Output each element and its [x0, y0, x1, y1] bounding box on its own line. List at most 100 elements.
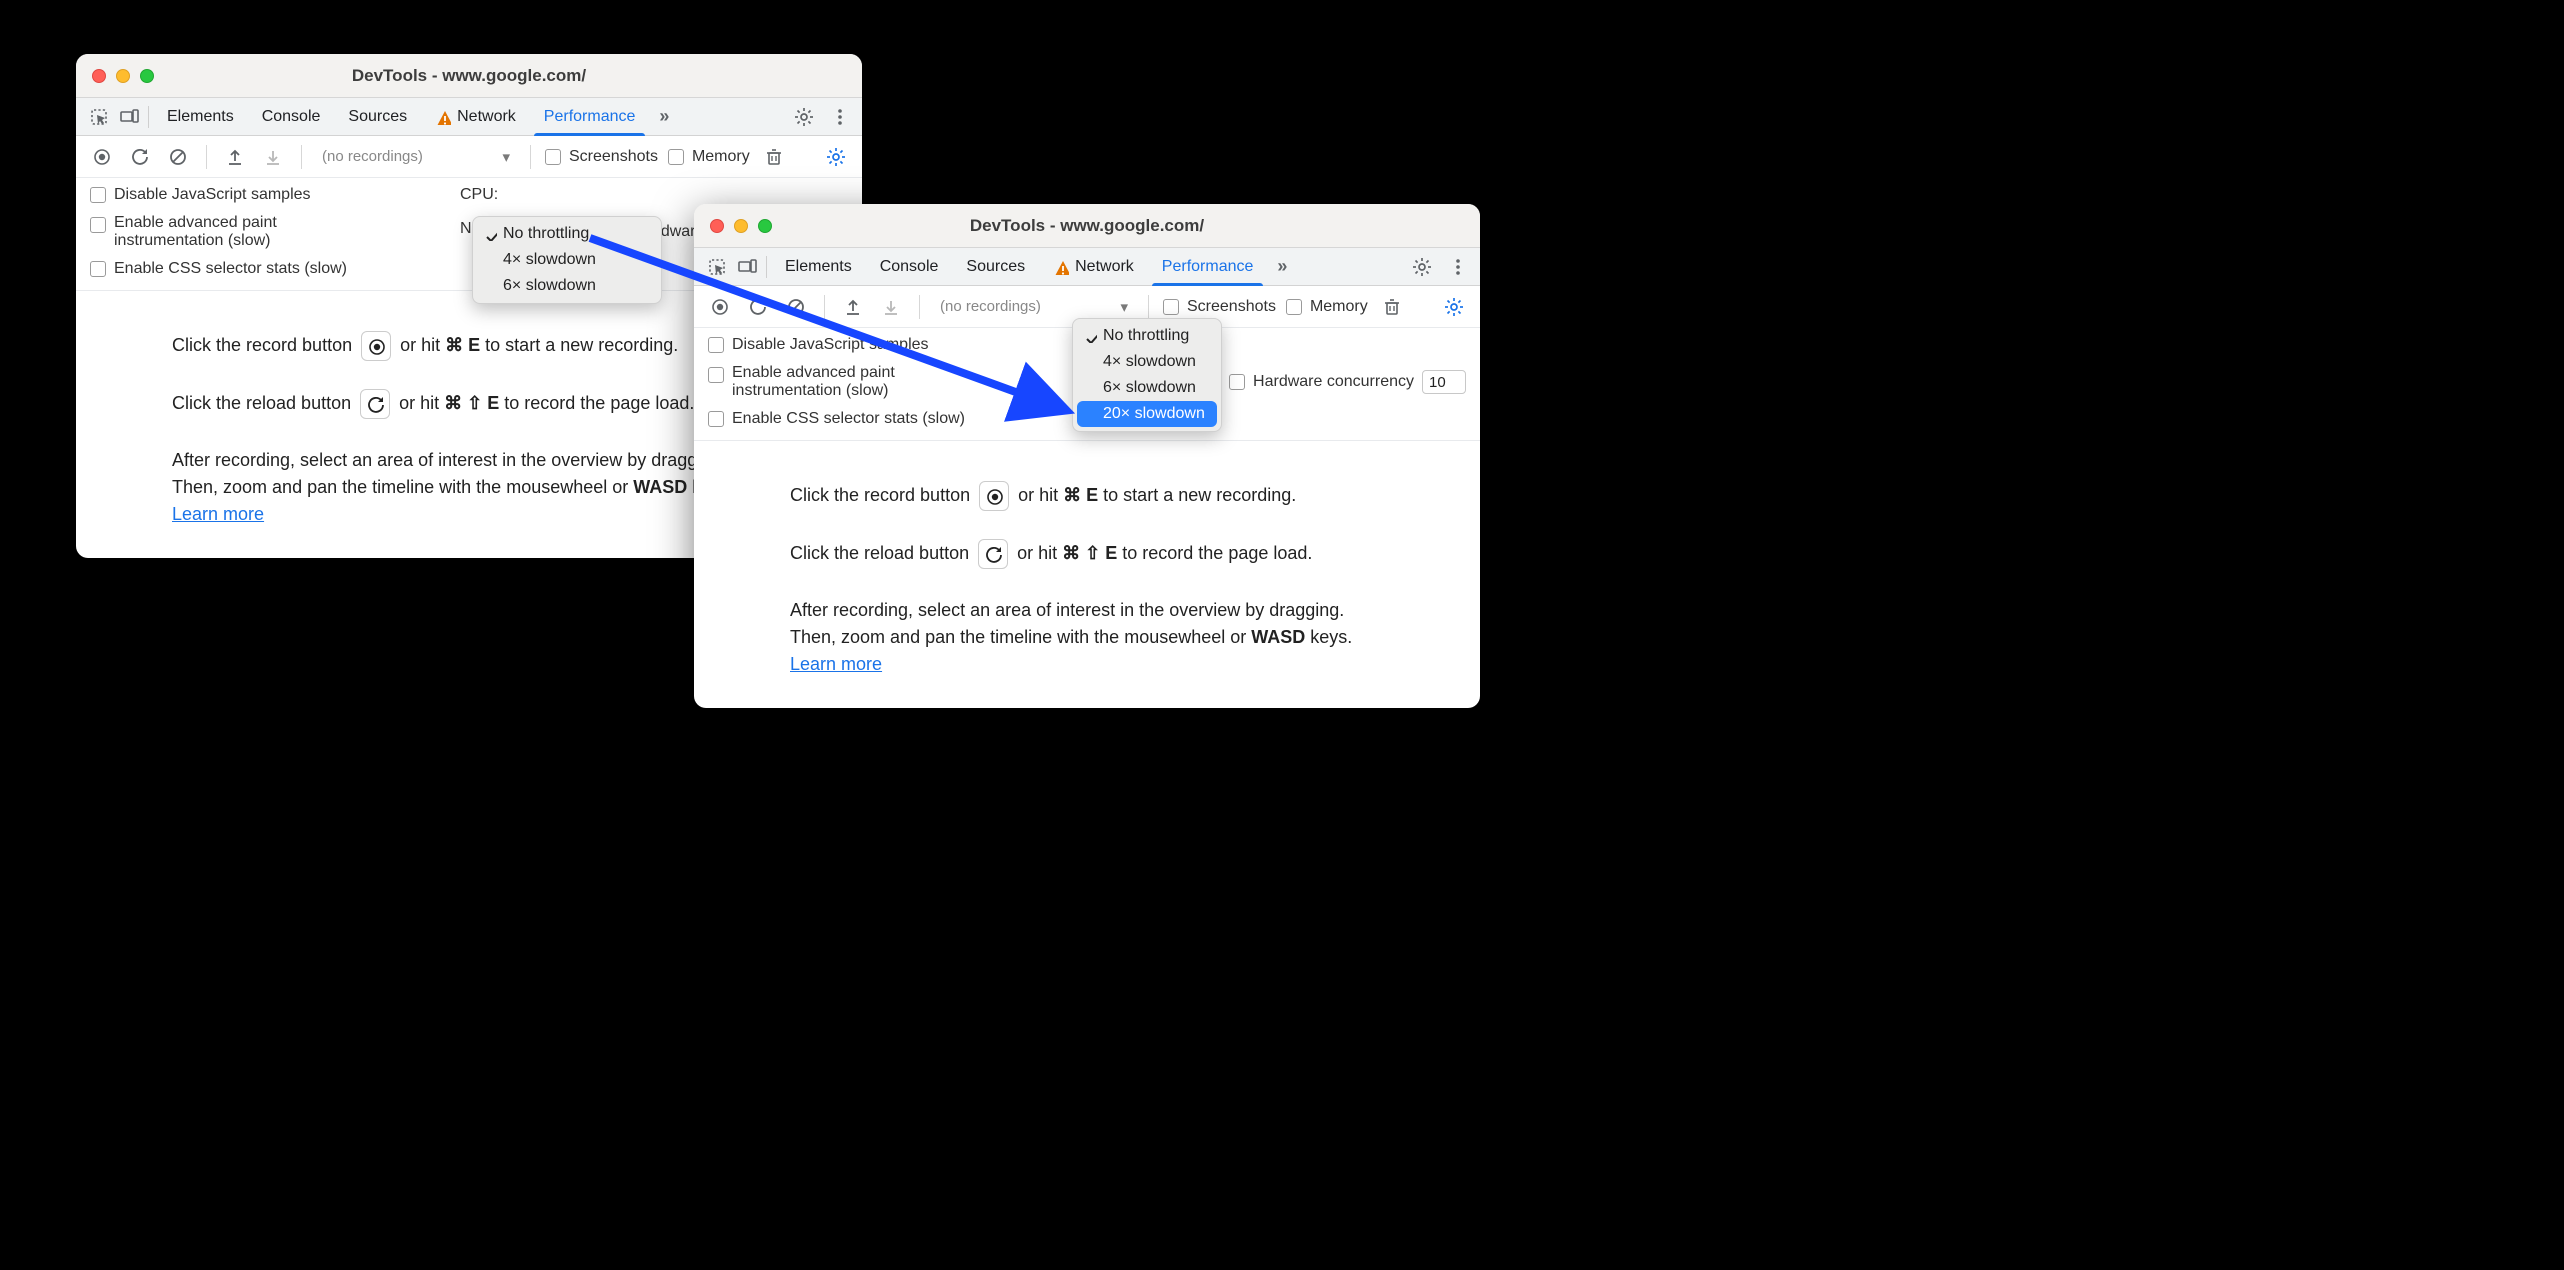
check-icon — [483, 227, 497, 241]
screenshots-checkbox[interactable]: Screenshots — [1163, 298, 1276, 316]
tab-sources[interactable]: Sources — [334, 98, 421, 135]
separator — [301, 145, 302, 169]
devtools-window-2: DevTools - www.google.com/ Elements Cons… — [694, 204, 1480, 708]
record-hint: Click the record button or hit ⌘ E to st… — [790, 481, 1430, 511]
reload-icon — [978, 539, 1008, 569]
recordings-dropdown[interactable]: (no recordings) ▾ — [316, 144, 516, 170]
cpu-throttling-menu[interactable]: No throttling 4× slowdown 6× slowdown 20… — [1072, 318, 1222, 432]
record-button[interactable] — [88, 143, 116, 171]
recordings-label: (no recordings) — [322, 148, 423, 165]
more-tabs-icon[interactable]: » — [649, 106, 679, 127]
learn-more-link[interactable]: Learn more — [172, 504, 264, 524]
checkbox-icon — [668, 149, 684, 165]
window-title: DevTools - www.google.com/ — [76, 66, 862, 86]
recordings-label: (no recordings) — [940, 298, 1041, 315]
memory-checkbox[interactable]: Memory — [668, 148, 750, 166]
check-icon — [1083, 329, 1097, 343]
clear-button[interactable] — [164, 143, 192, 171]
recordings-dropdown[interactable]: (no recordings) ▾ — [934, 294, 1134, 320]
performance-toolbar: (no recordings) ▾ Screenshots Memory — [76, 136, 862, 178]
screenshots-checkbox[interactable]: Screenshots — [545, 148, 658, 166]
throttle-option-no-throttling[interactable]: No throttling — [1073, 323, 1221, 349]
hw-checkbox[interactable] — [1229, 374, 1245, 390]
traffic-lights — [92, 54, 154, 97]
settings-icon[interactable] — [790, 103, 818, 131]
panel-tab-strip: Elements Console Sources Network Perform… — [694, 248, 1480, 286]
upload-icon[interactable] — [839, 293, 867, 321]
advanced-paint-checkbox[interactable]: Enable advanced paint instrumentation (s… — [90, 214, 430, 250]
capture-settings-icon[interactable] — [822, 143, 850, 171]
chevron-down-icon: ▾ — [502, 148, 510, 166]
throttle-option-4x[interactable]: 4× slowdown — [1073, 349, 1221, 375]
chevron-down-icon: ▾ — [1120, 298, 1128, 316]
download-icon[interactable] — [877, 293, 905, 321]
tab-console[interactable]: Console — [248, 98, 335, 135]
kebab-menu-icon[interactable] — [1444, 253, 1472, 281]
cpu-throttling-menu[interactable]: No throttling 4× slowdown 6× slowdown — [472, 216, 662, 304]
capture-settings-icon[interactable] — [1440, 293, 1468, 321]
collect-garbage-icon[interactable] — [760, 143, 788, 171]
separator — [206, 145, 207, 169]
record-icon — [361, 331, 391, 361]
tab-network[interactable]: Network — [421, 98, 530, 135]
inspect-icon[interactable] — [702, 257, 732, 277]
settings-icon[interactable] — [1408, 253, 1436, 281]
window-title: DevTools - www.google.com/ — [694, 216, 1480, 236]
throttle-option-no-throttling[interactable]: No throttling — [473, 221, 661, 247]
tab-elements[interactable]: Elements — [771, 248, 866, 285]
disable-js-checkbox[interactable]: Disable JavaScript samples — [90, 186, 430, 204]
memory-checkbox[interactable]: Memory — [1286, 298, 1368, 316]
cpu-label: CPU: — [460, 186, 523, 204]
minimize-button[interactable] — [734, 219, 748, 233]
reload-record-button[interactable] — [126, 143, 154, 171]
css-stats-checkbox[interactable]: Enable CSS selector stats (slow) — [708, 410, 1048, 428]
tab-console[interactable]: Console — [866, 248, 953, 285]
hardware-concurrency-input[interactable] — [1422, 370, 1466, 394]
inspect-icon[interactable] — [84, 107, 114, 127]
separator — [530, 145, 531, 169]
panel-tab-strip: Elements Console Sources Network Perform… — [76, 98, 862, 136]
tab-performance[interactable]: Performance — [1148, 248, 1268, 285]
title-bar: DevTools - www.google.com/ — [76, 54, 862, 98]
throttle-option-6x[interactable]: 6× slowdown — [1073, 375, 1221, 401]
reload-icon — [360, 389, 390, 419]
zoom-button[interactable] — [140, 69, 154, 83]
instructions: After recording, select an area of inter… — [790, 597, 1430, 678]
hardware-concurrency-label: Hardware concurrency — [1253, 373, 1414, 391]
collect-garbage-icon[interactable] — [1378, 293, 1406, 321]
tab-network[interactable]: Network — [1039, 248, 1148, 285]
css-stats-checkbox[interactable]: Enable CSS selector stats (slow) — [90, 260, 430, 278]
reload-hint: Click the reload button or hit ⌘ ⇧ E to … — [790, 539, 1430, 569]
checkbox-icon — [545, 149, 561, 165]
warning-icon — [1053, 259, 1069, 275]
throttle-option-20x[interactable]: 20× slowdown — [1077, 401, 1217, 427]
disable-js-checkbox[interactable]: Disable JavaScript samples — [708, 336, 1048, 354]
upload-icon[interactable] — [221, 143, 249, 171]
minimize-button[interactable] — [116, 69, 130, 83]
divider — [766, 256, 767, 278]
reload-record-button[interactable] — [744, 293, 772, 321]
close-button[interactable] — [92, 69, 106, 83]
kebab-menu-icon[interactable] — [826, 103, 854, 131]
tab-performance[interactable]: Performance — [530, 98, 650, 135]
device-toggle-icon[interactable] — [114, 107, 144, 127]
device-toggle-icon[interactable] — [732, 257, 762, 277]
more-tabs-icon[interactable]: » — [1267, 256, 1297, 277]
learn-more-link[interactable]: Learn more — [790, 654, 882, 674]
clear-button[interactable] — [782, 293, 810, 321]
tab-sources[interactable]: Sources — [952, 248, 1039, 285]
record-icon — [979, 481, 1009, 511]
tab-elements[interactable]: Elements — [153, 98, 248, 135]
advanced-paint-checkbox[interactable]: Enable advanced paint instrumentation (s… — [708, 364, 1048, 400]
throttle-option-4x[interactable]: 4× slowdown — [473, 247, 661, 273]
divider — [148, 106, 149, 128]
throttle-option-6x[interactable]: 6× slowdown — [473, 273, 661, 299]
record-button[interactable] — [706, 293, 734, 321]
zoom-button[interactable] — [758, 219, 772, 233]
close-button[interactable] — [710, 219, 724, 233]
warning-icon — [435, 109, 451, 125]
download-icon[interactable] — [259, 143, 287, 171]
performance-content: Click the record button or hit ⌘ E to st… — [694, 441, 1480, 722]
title-bar: DevTools - www.google.com/ — [694, 204, 1480, 248]
traffic-lights — [710, 204, 772, 247]
